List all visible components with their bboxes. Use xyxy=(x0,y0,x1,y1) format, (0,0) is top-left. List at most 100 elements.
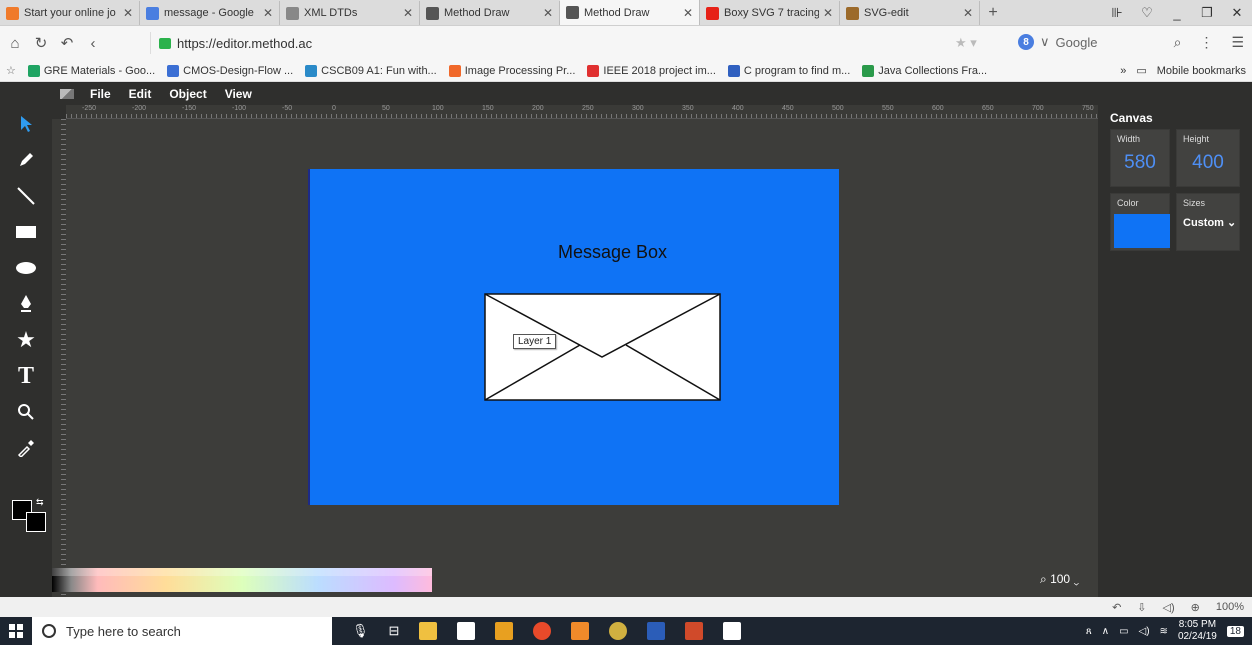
menu-view[interactable]: View xyxy=(225,87,252,101)
app2-icon[interactable] xyxy=(609,622,628,640)
app-icon[interactable] xyxy=(495,622,514,640)
back-icon[interactable]: ‹ xyxy=(82,35,104,52)
canvas-color-swatch[interactable] xyxy=(1114,214,1170,248)
tab-close-icon[interactable]: ✕ xyxy=(263,6,273,20)
search-icon[interactable]: ⌕ xyxy=(1174,34,1182,51)
folder-icon: ▭ xyxy=(1136,65,1147,77)
swap-colors-icon[interactable]: ⇆ xyxy=(36,497,44,508)
speaker-icon[interactable]: ◁) xyxy=(1163,601,1175,614)
star-tool-icon[interactable]: ★ xyxy=(0,325,52,355)
eyedropper-tool-icon[interactable] xyxy=(0,433,52,463)
undo-icon[interactable]: ↶ xyxy=(1112,601,1121,614)
taskbar-apps: 🎙︎ ⊟ xyxy=(352,622,742,640)
bookmark-favicon-icon xyxy=(727,64,740,77)
browser-tab[interactable]: SVG-edit ✕ xyxy=(840,1,980,25)
height-value[interactable]: 400 xyxy=(1177,152,1239,174)
width-field[interactable]: Width 580 xyxy=(1110,129,1170,187)
hamburger-menu-icon[interactable]: ☰ xyxy=(1231,34,1244,51)
menu-object[interactable]: Object xyxy=(169,87,206,101)
overflow-chevron-icon[interactable]: » xyxy=(1120,65,1126,77)
bookmark-item[interactable]: C program to find m... xyxy=(727,64,850,77)
download-icon[interactable]: ⇩ xyxy=(1137,601,1146,614)
height-label: Height xyxy=(1183,134,1210,144)
bookmark-item[interactable]: IEEE 2018 project im... xyxy=(587,64,716,77)
home-icon[interactable]: ⌂ xyxy=(4,35,26,52)
zoom-value: 100 xyxy=(1050,572,1071,586)
microphone-icon[interactable]: 🎙︎ xyxy=(352,623,369,639)
tray-chevron-icon[interactable]: ∧ xyxy=(1102,626,1109,637)
windows-start-icon[interactable] xyxy=(0,617,32,645)
menu-file[interactable]: File xyxy=(90,87,111,101)
new-tab-button[interactable]: + xyxy=(980,1,1006,25)
tab-close-icon[interactable]: ✕ xyxy=(823,6,833,20)
powerpoint-icon[interactable] xyxy=(685,622,704,640)
bookmark-item[interactable]: CMOS-Design-Flow ... xyxy=(167,64,293,77)
line-tool-icon[interactable] xyxy=(0,181,52,211)
tab-close-icon[interactable]: ✕ xyxy=(543,6,553,20)
photos-icon[interactable] xyxy=(723,622,742,640)
more-menu-icon[interactable]: ⋮ xyxy=(1199,34,1213,51)
bookmark-item[interactable]: CSCB09 A1: Fun with... xyxy=(305,64,437,77)
clock[interactable]: 8:05 PM 02/24/19 xyxy=(1178,619,1217,643)
shield-icon[interactable]: ♡ xyxy=(1132,5,1162,21)
close-window-button[interactable]: ✕ xyxy=(1222,5,1252,21)
width-value[interactable]: 580 xyxy=(1111,152,1169,174)
people-icon[interactable]: ጸ xyxy=(1086,626,1092,637)
svg-canvas[interactable]: Message Box Layer 1 xyxy=(308,169,839,505)
browser-tab[interactable]: Start your online jo ✕ xyxy=(0,1,140,25)
tab-close-icon[interactable]: ✕ xyxy=(963,6,973,20)
file-explorer-icon[interactable] xyxy=(419,622,438,640)
tab-favicon-icon xyxy=(6,6,19,20)
height-field[interactable]: Height 400 xyxy=(1176,129,1240,187)
bookmark-item[interactable]: Image Processing Pr... xyxy=(448,64,575,77)
color-palette[interactable] xyxy=(52,568,432,592)
pen-tool-icon[interactable] xyxy=(0,289,52,319)
text-tool-icon[interactable]: T xyxy=(0,361,52,391)
pencil-tool-icon[interactable] xyxy=(0,145,52,175)
star-icon[interactable]: ★ ▾ xyxy=(955,35,977,51)
sizes-field[interactable]: Sizes Custom ⌄ xyxy=(1176,193,1240,251)
color-field[interactable]: Color xyxy=(1110,193,1170,251)
task-view-icon[interactable]: ⊟ xyxy=(389,623,400,639)
rectangle-tool-icon[interactable] xyxy=(0,217,52,247)
menu-edit[interactable]: Edit xyxy=(129,87,152,101)
minimize-button[interactable]: _ xyxy=(1162,6,1192,21)
canvas-title-text[interactable]: Message Box xyxy=(558,242,667,263)
bookmark-star-icon[interactable]: ☆ xyxy=(6,64,16,77)
restore-button[interactable]: ❐ xyxy=(1192,5,1222,21)
stroke-color-swatch[interactable] xyxy=(26,512,46,532)
zoom-in-icon[interactable]: ⊕ xyxy=(1191,601,1200,614)
browser-tab[interactable]: Method Draw ✕ xyxy=(560,0,700,25)
zoom-tool-icon[interactable] xyxy=(0,397,52,427)
word-icon[interactable] xyxy=(647,622,666,640)
mobile-bookmarks-link[interactable]: Mobile bookmarks xyxy=(1157,65,1246,77)
wifi-icon[interactable]: ≋ xyxy=(1160,626,1168,637)
tab-close-icon[interactable]: ✕ xyxy=(123,6,133,20)
store-icon[interactable] xyxy=(457,622,476,640)
drawing-workarea[interactable]: Message Box Layer 1 xyxy=(66,119,1098,597)
notification-badge[interactable]: 18 xyxy=(1226,625,1244,637)
select-tool-icon[interactable] xyxy=(0,109,52,139)
chrome-icon[interactable] xyxy=(533,622,552,640)
sizes-select[interactable]: Custom ⌄ xyxy=(1183,216,1236,229)
search-engine-selector[interactable]: 8 ∨ Google xyxy=(1018,34,1097,50)
tab-close-icon[interactable]: ✕ xyxy=(683,6,693,20)
taskbar-search[interactable]: Type here to search xyxy=(32,617,332,645)
ellipse-tool-icon[interactable] xyxy=(0,253,52,283)
bookmark-item[interactable]: GRE Materials - Goo... xyxy=(27,64,155,77)
tab-close-icon[interactable]: ✕ xyxy=(403,6,413,20)
reload-icon[interactable]: ↻ xyxy=(30,34,52,52)
url-field[interactable]: https://editor.method.ac xyxy=(150,32,1010,54)
browser-tab[interactable]: XML DTDs ✕ xyxy=(280,1,420,25)
battery-icon[interactable]: ▭ xyxy=(1119,626,1128,637)
volume-icon[interactable]: ◁) xyxy=(1139,626,1150,637)
undo-close-icon[interactable]: ↶ xyxy=(56,34,78,52)
bookmark-item[interactable]: Java Collections Fra... xyxy=(862,64,987,77)
extensions-icon[interactable]: ⊪ xyxy=(1102,5,1132,21)
zoom-control[interactable]: ⌕ 100 ⌄ xyxy=(1040,572,1079,587)
browser-tab[interactable]: Boxy SVG 7 tracing ✕ xyxy=(700,1,840,25)
browser-tab[interactable]: Method Draw ✕ xyxy=(420,1,560,25)
method-draw-app: File Edit Object View -250 -200 -150 -100 -5… xyxy=(0,83,1252,597)
uc-browser-icon[interactable] xyxy=(571,622,590,640)
browser-tab[interactable]: message - Google ✕ xyxy=(140,1,280,25)
